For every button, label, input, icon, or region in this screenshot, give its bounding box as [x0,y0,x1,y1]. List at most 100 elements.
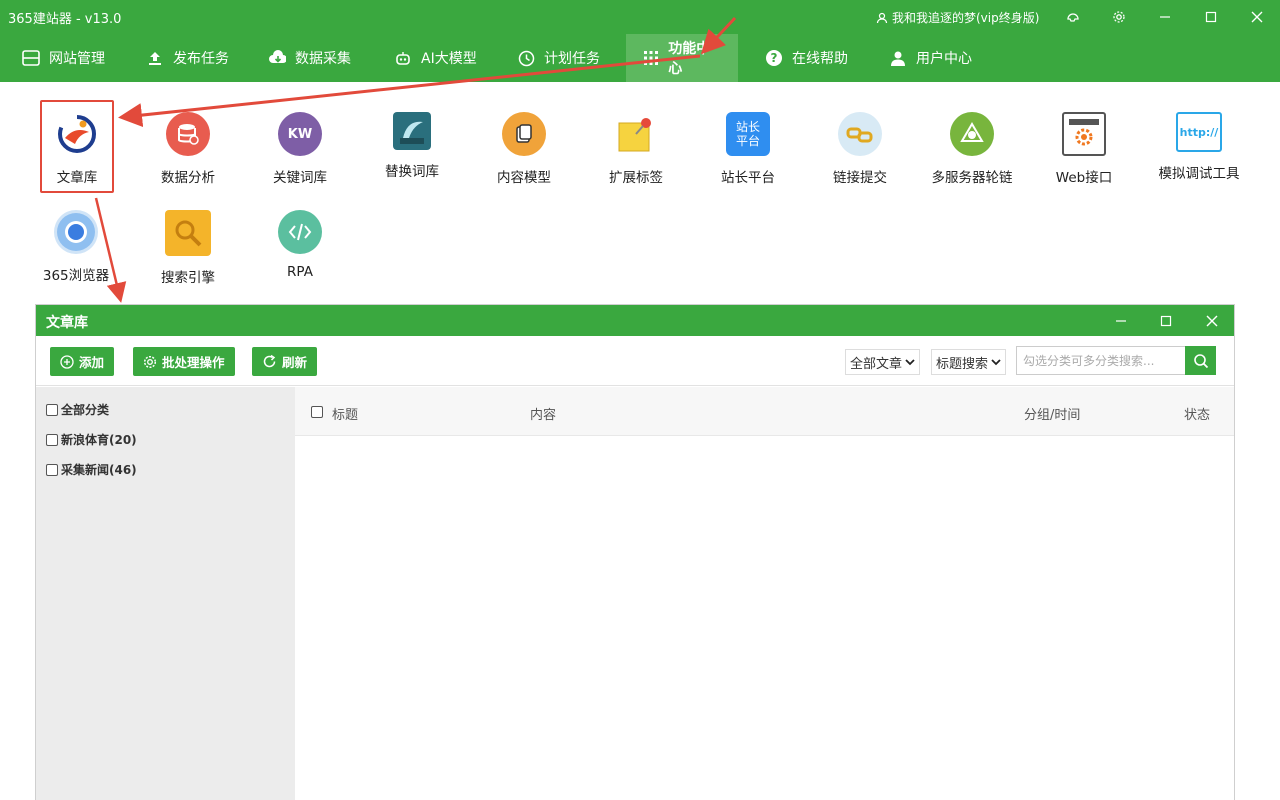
user-icon [876,12,888,23]
category-label: 采集新闻(46) [61,463,137,477]
article-filter-select[interactable]: 全部文章 [845,349,921,375]
table-header: 标题 内容 分组/时间 状态 [295,387,1234,436]
database-icon [166,112,210,156]
category-item[interactable]: 采集新闻(46) [46,461,137,478]
content-model-icon [502,112,546,156]
sticky-note-icon [614,112,658,156]
tool-label: 关键词库 [273,170,327,186]
tool-keyword-library[interactable]: KW 关键词库 [250,100,350,190]
nav-website-manage[interactable]: 网站管理 [22,34,105,82]
nav-scheduled-task[interactable]: 计划任务 [517,34,600,82]
window-minimize-icon[interactable] [1110,310,1132,332]
http-icon: http:// [1176,112,1222,152]
category-sidebar: 全部分类 新浪体育(20) 采集新闻(46) [36,387,295,800]
nav-data-collect[interactable]: 数据采集 [268,34,351,82]
article-library-icon [55,112,99,156]
batch-button-label: 批处理操作 [162,355,225,370]
tool-content-model[interactable]: 内容模型 [474,100,574,190]
category-item[interactable]: 新浪体育(20) [46,431,137,448]
refresh-button-label: 刷新 [282,355,308,370]
chevron-down-icon [905,359,915,366]
checkbox[interactable] [46,403,58,416]
tool-article-library[interactable]: 文章库 [40,100,114,193]
search-type-select[interactable]: 标题搜索 [931,349,1007,375]
tool-rpa[interactable]: RPA [250,198,350,288]
search-type-value: 标题搜索 [936,356,989,372]
keyword-icon: KW [278,112,322,156]
settings-icon[interactable] [1108,6,1130,28]
tool-multi-server-link[interactable]: 多服务器轮链 [922,100,1022,190]
nav-label: 发布任务 [173,51,229,67]
tool-label: 替换词库 [385,164,439,180]
tool-label: 站长平台 [721,170,775,186]
cloud-download-icon [268,49,286,67]
tool-replace-library[interactable]: 替换词库 [362,100,462,190]
upload-icon [146,49,164,67]
nav-label: AI大模型 [421,51,477,67]
minimize-icon[interactable] [1154,6,1176,28]
user-icon [889,49,907,67]
tool-data-analysis[interactable]: 数据分析 [138,100,238,190]
tool-search-engine[interactable]: 搜索引擎 [138,198,238,288]
nav-user-center[interactable]: 用户中心 [889,34,972,82]
tool-label: 365浏览器 [42,268,110,284]
close-icon[interactable] [1246,6,1268,28]
grid-icon [642,49,659,67]
svg-text:?: ? [771,51,778,65]
window-icon [22,49,40,67]
nav-online-help[interactable]: ? 在线帮助 [765,34,848,82]
webmaster-icon: 站长 平台 [726,112,770,156]
user-info[interactable]: 我和我追逐的梦(vip终身版) [876,9,1039,26]
search-input[interactable]: 勾选分类可多分类搜索... [1016,346,1186,375]
refresh-icon [263,354,276,368]
column-content: 内容 [530,408,557,423]
nav-label: 在线帮助 [792,51,848,67]
refresh-button[interactable]: 刷新 [252,347,318,376]
skin-icon[interactable] [1062,6,1084,28]
keyword-icon-text: KW [287,126,313,142]
app-title: 365建站器 - v13.0 [8,12,122,27]
tool-label: 文章库 [56,170,98,186]
search-button[interactable] [1185,346,1216,375]
nav-publish-task[interactable]: 发布任务 [146,34,229,82]
window-title: 文章库 [46,315,88,331]
user-name: 我和我追逐的梦(vip终身版) [892,11,1040,25]
category-item[interactable]: 全部分类 [46,401,109,418]
title-bar: 365建站器 - v13.0 我和我追逐的梦(vip终身版) [0,0,1280,34]
tool-link-submit[interactable]: 链接提交 [810,100,910,190]
add-button[interactable]: 添加 [50,347,115,376]
nav-ai-model[interactable]: AI大模型 [394,34,477,82]
category-label: 新浪体育(20) [61,433,137,447]
robot-icon [394,49,412,67]
tool-365-browser[interactable]: 365浏览器 [26,198,126,288]
link-submit-icon [838,112,882,156]
window-maximize-icon[interactable] [1155,310,1177,332]
tool-label: 链接提交 [833,170,887,186]
tool-extend-tag[interactable]: 扩展标签 [586,100,686,190]
checkbox[interactable] [46,433,58,446]
tool-label: 内容模型 [497,170,551,186]
window-close-icon[interactable] [1201,310,1223,332]
maximize-icon[interactable] [1200,6,1222,28]
tool-webmaster-platform[interactable]: 站长 平台 站长平台 [698,100,798,190]
checkbox[interactable] [46,463,58,476]
browser-icon [54,210,98,254]
nav-label: 网站管理 [49,51,105,67]
column-status: 状态 [1184,408,1211,423]
column-group-time: 分组/时间 [1024,408,1081,423]
select-all-checkbox[interactable] [311,406,323,418]
search-placeholder: 勾选分类可多分类搜索... [1023,354,1155,368]
article-filter-value: 全部文章 [850,356,903,372]
nav-label: 数据采集 [295,51,351,67]
batch-operation-button[interactable]: 批处理操作 [133,347,235,376]
main-nav: 网站管理 发布任务 数据采集 AI大模型 计划任务 功能中心 ? 在线帮助 用户… [0,34,1280,82]
tool-label: RPA [287,264,313,280]
nav-label: 用户中心 [916,51,972,67]
tool-debug-tool[interactable]: http:// 模拟调试工具 [1146,100,1252,190]
tool-label: 扩展标签 [609,170,663,186]
replace-library-icon [393,112,431,150]
chevron-down-icon [991,359,1001,366]
search-engine-icon [165,210,211,256]
nav-function-center[interactable]: 功能中心 [626,34,738,82]
tool-web-api[interactable]: Web接口 [1034,100,1134,190]
